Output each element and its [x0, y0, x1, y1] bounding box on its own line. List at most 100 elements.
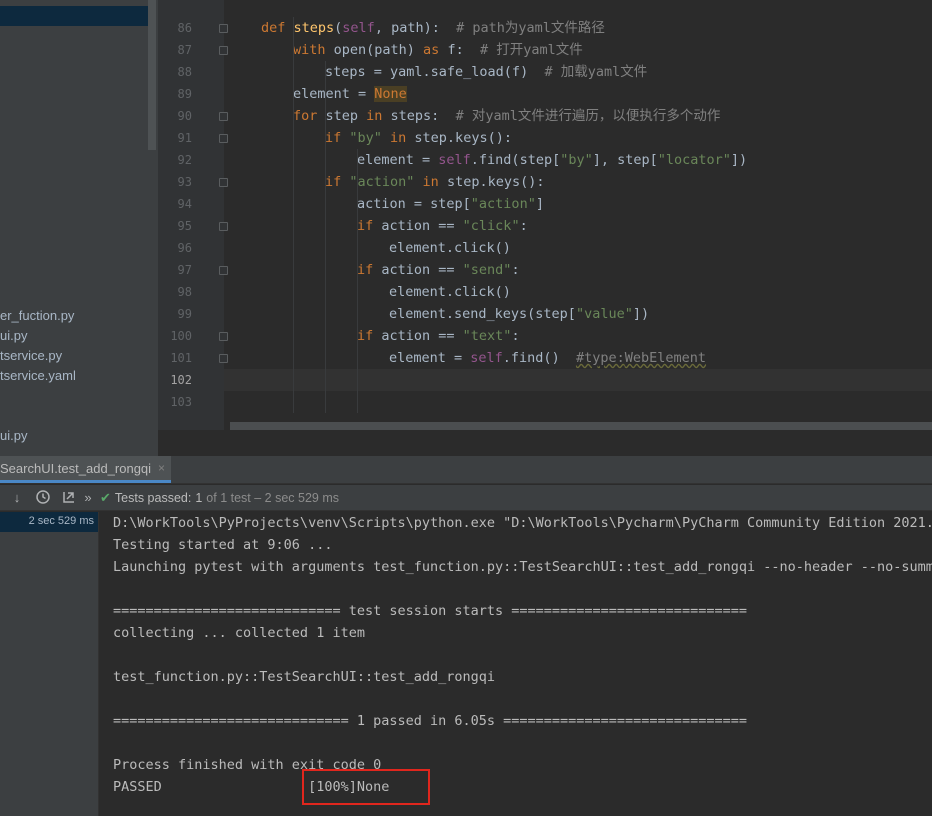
code-token: def [261, 20, 294, 36]
code-token: : [511, 328, 520, 344]
code-token: .find(step[ [470, 152, 561, 168]
indent-guide [357, 149, 358, 413]
test-results-tree: 2 sec 529 ms [0, 512, 99, 816]
fold-marker-icon[interactable] [219, 24, 228, 33]
close-icon[interactable]: × [158, 461, 165, 475]
project-tree-scrollbar[interactable] [148, 0, 156, 150]
tree-file-item[interactable]: er_fuction.py [0, 306, 74, 326]
code-token: "send" [462, 262, 512, 278]
fold-marker-icon[interactable] [219, 134, 228, 143]
code-token: element.click() [389, 240, 511, 256]
console-line: ============================ test sessio… [113, 603, 747, 619]
tests-status: ✔ Tests passed: 1 of 1 test – 2 sec 529 … [100, 490, 339, 506]
code-line: element.click() [389, 237, 511, 259]
console-line: collecting ... collected 1 item [113, 625, 365, 641]
line-number: 100 [170, 329, 192, 343]
code-token: "action" [470, 196, 536, 212]
sort-down-arrow-icon[interactable]: ↓ [8, 489, 26, 507]
code-token: "by" [349, 130, 382, 146]
clock-history-icon[interactable] [34, 489, 52, 507]
tree-file-item[interactable]: tservice.yaml [0, 366, 76, 386]
check-icon: ✔ [100, 489, 111, 505]
code-token: ]) [632, 306, 650, 322]
line-number: 86 [177, 21, 192, 35]
code-token: # 打开yaml文件 [479, 42, 583, 58]
code-token: "click" [462, 218, 520, 234]
run-config-tab[interactable]: SearchUI.test_add_rongqi × [0, 456, 172, 483]
code-token: "text" [462, 328, 512, 344]
editor-horizontal-scrollbar[interactable] [230, 422, 932, 430]
code-token: ], step[ [592, 152, 658, 168]
chevron-double-right-icon[interactable]: » [82, 489, 94, 507]
code-line: if action == "text": [357, 325, 520, 347]
highlight-annotation-box [302, 769, 430, 805]
code-token: : [519, 218, 528, 234]
line-number: 95 [177, 219, 192, 233]
console-line: test_function.py::TestSearchUI::test_add… [113, 669, 496, 685]
code-line: element = self.find() #type:WebElement [389, 347, 706, 369]
code-token: if [357, 262, 382, 278]
code-token: "value" [575, 306, 633, 322]
code-line: action = step["action"] [357, 193, 544, 215]
fold-marker-icon[interactable] [219, 354, 228, 363]
tree-file-item[interactable]: ui.py [0, 326, 27, 346]
code-token: action == [381, 262, 463, 278]
code-token: if [357, 328, 382, 344]
line-number: 87 [177, 43, 192, 57]
code-line: element.send_keys(step["value"]) [389, 303, 649, 325]
code-line: if action == "click": [357, 215, 528, 237]
fold-marker-icon[interactable] [219, 178, 228, 187]
code-token: WebElement [624, 350, 707, 366]
current-line-highlight [224, 369, 932, 391]
tests-summary-text: of 1 test – 2 sec 529 ms [206, 490, 340, 505]
code-token: ] [535, 196, 544, 212]
code-token: action == [381, 328, 463, 344]
console-output[interactable]: D:\WorkTools\PyProjects\venv\Scripts\pyt… [100, 512, 932, 816]
fold-marker-icon[interactable] [219, 46, 228, 55]
code-token: steps [293, 20, 335, 36]
selected-tree-row[interactable] [0, 6, 148, 26]
line-number: 96 [177, 241, 192, 255]
tree-file-item[interactable]: tservice.py [0, 346, 62, 366]
code-token: for [293, 108, 326, 124]
run-toolbar: ↓ » ✔ Tests passed: 1 of 1 test – 2 sec … [0, 485, 932, 511]
code-token: element = [293, 86, 375, 102]
code-token: step [325, 108, 367, 124]
code-token: element = [357, 152, 439, 168]
code-token: # 加载yaml文件 [544, 64, 648, 80]
line-number: 103 [170, 395, 192, 409]
console-line: D:\WorkTools\PyProjects\venv\Scripts\pyt… [113, 515, 932, 531]
tree-file-item[interactable]: ui.py [0, 426, 27, 446]
code-token: in [414, 174, 447, 190]
code-line: element = self.find(step["by"], step["lo… [357, 149, 747, 171]
fold-marker-icon[interactable] [219, 332, 228, 341]
test-result-row[interactable]: 2 sec 529 ms [0, 512, 98, 532]
code-line: for step in steps: # 对yaml文件进行遍历，以便执行多个动… [293, 105, 720, 127]
run-tab-label: SearchUI.test_add_rongqi [0, 460, 152, 476]
code-token: in [366, 108, 391, 124]
code-line: def steps(self, path): # path为yaml文件路径 [261, 17, 605, 39]
code-token: element.send_keys(step[ [389, 306, 576, 322]
indent-guide [293, 17, 294, 413]
code-line: element.click() [389, 281, 511, 303]
console-line: Testing started at 9:06 ... [113, 537, 333, 553]
line-number: 89 [177, 87, 192, 101]
code-token: : [511, 262, 520, 278]
import-tests-icon[interactable] [60, 489, 78, 507]
test-duration: 2 sec 529 ms [28, 515, 94, 527]
code-token: step.keys(): [446, 174, 545, 190]
fold-marker-icon[interactable] [219, 266, 228, 275]
editor-bottom-strip [158, 430, 932, 456]
code-token: self [342, 20, 375, 36]
indent-guide [325, 61, 326, 413]
code-editor[interactable]: 86 87 88 89 90 91 92 93 94 95 96 97 98 99 100 101 102 103… [158, 0, 932, 430]
code-token: if [325, 174, 350, 190]
code-token: open(path) [333, 42, 424, 58]
code-token: steps = yaml.safe_load(f) [325, 64, 545, 80]
fold-marker-icon[interactable] [219, 112, 228, 121]
line-number: 102 [170, 373, 192, 387]
run-tab-bar: SearchUI.test_add_rongqi × [0, 456, 932, 484]
code-token: as [423, 42, 448, 58]
code-token: self [438, 152, 471, 168]
fold-marker-icon[interactable] [219, 222, 228, 231]
